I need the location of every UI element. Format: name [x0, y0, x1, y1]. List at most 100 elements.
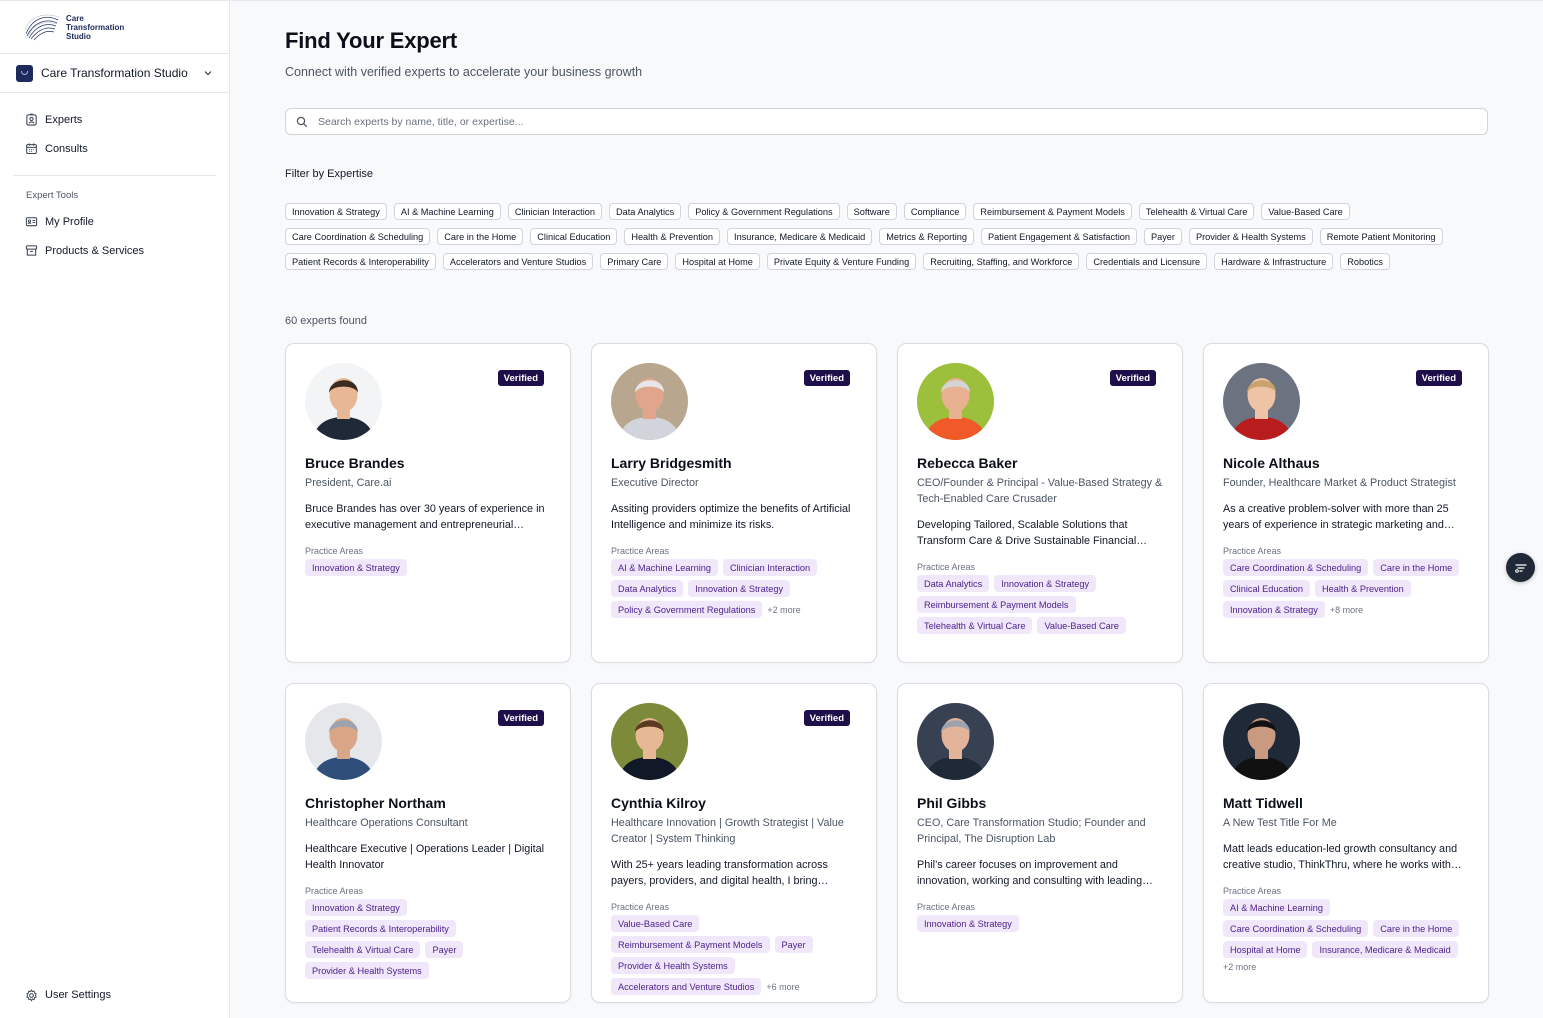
practice-area-tag[interactable]: Data Analytics	[917, 575, 990, 592]
filter-chip[interactable]: Innovation & Strategy	[285, 203, 387, 220]
expert-card[interactable]: Verified Nicole Althaus Founder, Healthcar…	[1203, 343, 1489, 663]
practice-area-tag[interactable]: Value-Based Care	[1037, 617, 1126, 634]
nav-item-products-services[interactable]: Products & Services	[0, 236, 229, 265]
filter-chip[interactable]: Provider & Health Systems	[1188, 228, 1313, 245]
expert-card[interactable]: Verified Rebecca Baker CEO/Founder & Princ…	[897, 343, 1183, 663]
filter-chip[interactable]: Data Analytics	[609, 203, 682, 220]
filter-chip[interactable]: Value-Based Care	[1261, 203, 1350, 220]
filter-chip[interactable]: Remote Patient Monitoring	[1319, 228, 1443, 245]
practice-area-tag[interactable]: Patient Records & Interoperability	[305, 920, 456, 937]
practice-area-tag[interactable]: Care Coordination & Scheduling	[1223, 920, 1369, 937]
avatar[interactable]	[611, 363, 688, 440]
avatar[interactable]	[917, 363, 994, 440]
practice-area-tag[interactable]: Care in the Home	[1373, 920, 1460, 937]
avatar[interactable]	[1223, 363, 1300, 440]
practice-area-tag[interactable]: Payer	[425, 941, 464, 958]
nav-item-my-profile[interactable]: My Profile	[0, 207, 229, 236]
more-tags-count[interactable]: +8 more	[1330, 605, 1363, 615]
filter-chip[interactable]: Metrics & Reporting	[879, 228, 974, 245]
practice-area-tag[interactable]: Telehealth & Virtual Care	[917, 617, 1033, 634]
expert-name[interactable]: Christopher Northam	[305, 795, 551, 812]
expert-name[interactable]: Nicole Althaus	[1223, 455, 1469, 472]
practice-area-tag[interactable]: Reimbursement & Payment Models	[611, 936, 770, 953]
filter-chip[interactable]: Credentials and Licensure	[1086, 253, 1208, 270]
filter-chip[interactable]: Primary Care	[600, 253, 669, 270]
more-tags-count[interactable]: +2 more	[1223, 962, 1256, 972]
expert-name[interactable]: Larry Bridgesmith	[611, 455, 857, 472]
practice-area-tag[interactable]: Innovation & Strategy	[688, 580, 791, 597]
more-tags-count[interactable]: +6 more	[766, 982, 799, 992]
avatar[interactable]	[305, 703, 382, 780]
filter-chip[interactable]: Recruiting, Staffing, and Workforce	[923, 253, 1080, 270]
expert-name[interactable]: Rebecca Baker	[917, 455, 1163, 472]
practice-area-tag[interactable]: Clinician Interaction	[722, 559, 818, 576]
expert-name[interactable]: Cynthia Kilroy	[611, 795, 857, 812]
more-tags-count[interactable]: +2 more	[767, 605, 800, 615]
practice-area-tag[interactable]: Telehealth & Virtual Care	[305, 941, 421, 958]
filter-chip[interactable]: Compliance	[903, 203, 967, 220]
practice-area-tag[interactable]: Payer	[774, 936, 813, 953]
practice-area-tag[interactable]: AI & Machine Learning	[611, 559, 718, 576]
filter-chip[interactable]: Software	[846, 203, 897, 220]
practice-area-tag[interactable]: Value-Based Care	[611, 915, 700, 932]
expert-name[interactable]: Phil Gibbs	[917, 795, 1163, 812]
org-switcher[interactable]: Care Transformation Studio	[0, 54, 229, 93]
practice-area-tag[interactable]: AI & Machine Learning	[1223, 899, 1330, 916]
practice-area-tag[interactable]: Innovation & Strategy	[994, 575, 1097, 592]
practice-area-tag[interactable]: Health & Prevention	[1315, 580, 1411, 597]
practice-area-tag[interactable]: Innovation & Strategy	[917, 915, 1019, 932]
filter-chip[interactable]: Health & Prevention	[624, 228, 721, 245]
practice-area-tag[interactable]: Care Coordination & Scheduling	[1223, 559, 1369, 576]
filter-chip[interactable]: Telehealth & Virtual Care	[1138, 203, 1255, 220]
practice-area-tag[interactable]: Insurance, Medicare & Medicaid	[1312, 941, 1458, 958]
expert-card[interactable]: Verified Cynthia Kilroy Healthcare Innovat…	[591, 683, 877, 1003]
expert-card[interactable]: Phil Gibbs CEO, Care Transformation Studi…	[897, 683, 1183, 1003]
filter-chip[interactable]: Insurance, Medicare & Medicaid	[727, 228, 873, 245]
filter-chip[interactable]: Hardware & Infrastructure	[1214, 253, 1334, 270]
avatar[interactable]	[1223, 703, 1300, 780]
expert-card[interactable]: Verified Larry Bridgesmith Executive Direc…	[591, 343, 877, 663]
expert-name[interactable]: Matt Tidwell	[1223, 795, 1469, 812]
practice-area-tag[interactable]: Care in the Home	[1373, 559, 1460, 576]
filter-chip[interactable]: Reimbursement & Payment Models	[973, 203, 1132, 220]
expert-card[interactable]: Matt Tidwell A New Test Title For Me Matt …	[1203, 683, 1489, 1003]
filter-chip[interactable]: Accelerators and Venture Studios	[442, 253, 594, 270]
filter-chip[interactable]: Private Equity & Venture Funding	[766, 253, 917, 270]
nav-item-consults[interactable]: Consults	[0, 134, 229, 163]
expert-card[interactable]: Verified Christopher Northam Healthcare Op…	[285, 683, 571, 1003]
filter-chip[interactable]: Clinical Education	[530, 228, 618, 245]
practice-area-tag[interactable]: Data Analytics	[611, 580, 684, 597]
search-input[interactable]	[318, 115, 1487, 128]
filter-chip[interactable]: Robotics	[1340, 253, 1391, 270]
filter-chip[interactable]: Policy & Government Regulations	[688, 203, 840, 220]
filter-chip[interactable]: Hospital at Home	[675, 253, 760, 270]
expert-card[interactable]: Verified Bruce Brandes President, Care.ai B…	[285, 343, 571, 663]
filter-chip[interactable]: Patient Records & Interoperability	[285, 253, 436, 270]
filter-chip[interactable]: Clinician Interaction	[507, 203, 602, 220]
practice-area-tag[interactable]: Reimbursement & Payment Models	[917, 596, 1076, 613]
practice-area-tag[interactable]: Innovation & Strategy	[305, 559, 407, 576]
practice-area-tag[interactable]: Innovation & Strategy	[305, 899, 407, 916]
practice-area-tag[interactable]: Policy & Government Regulations	[611, 601, 763, 618]
avatar[interactable]	[611, 703, 688, 780]
search-box[interactable]	[285, 108, 1488, 135]
filter-toggle-button[interactable]	[1506, 553, 1535, 582]
filter-chip[interactable]: Patient Engagement & Satisfaction	[980, 228, 1137, 245]
brand-logo[interactable]: Care Transformation Studio	[0, 1, 229, 54]
avatar[interactable]	[305, 363, 382, 440]
user-settings-button[interactable]: User Settings	[0, 982, 111, 1008]
practice-area-tag[interactable]: Accelerators and Venture Studios	[611, 978, 762, 995]
avatar[interactable]	[917, 703, 994, 780]
practice-area-tag[interactable]: Clinical Education	[1223, 580, 1311, 597]
practice-area-tag[interactable]: Innovation & Strategy	[1223, 601, 1325, 618]
filter-chip[interactable]: Care Coordination & Scheduling	[285, 228, 431, 245]
practice-area-tag[interactable]: Hospital at Home	[1223, 941, 1308, 958]
chevron-down-icon[interactable]	[203, 68, 213, 78]
filter-chip[interactable]: Care in the Home	[437, 228, 524, 245]
practice-area-tag[interactable]: Provider & Health Systems	[611, 957, 735, 974]
nav-item-experts[interactable]: Experts	[0, 105, 229, 134]
practice-area-tag[interactable]: Provider & Health Systems	[305, 962, 429, 979]
filter-chip[interactable]: Payer	[1143, 228, 1182, 245]
expert-name[interactable]: Bruce Brandes	[305, 455, 551, 472]
filter-chip[interactable]: AI & Machine Learning	[393, 203, 501, 220]
